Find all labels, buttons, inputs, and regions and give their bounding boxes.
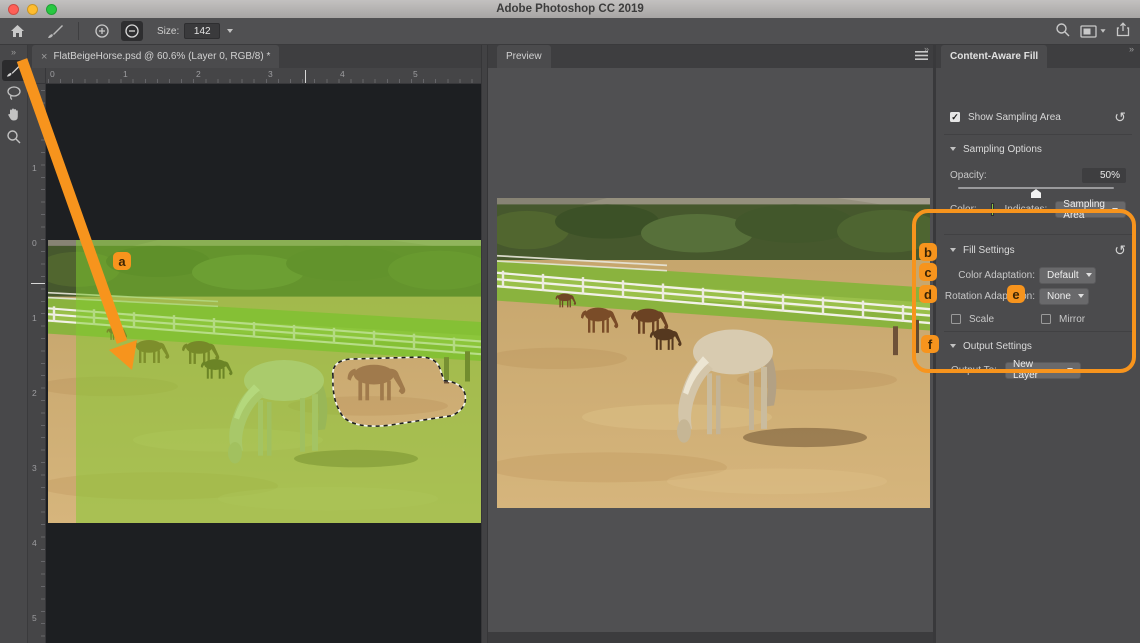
preview-tab[interactable]: Preview	[497, 45, 551, 68]
opacity-slider-thumb[interactable]	[1031, 189, 1041, 198]
mirror-checkbox[interactable]	[1041, 314, 1051, 324]
reset-sampling-icon[interactable]: ↺	[1114, 112, 1126, 122]
caf-tabbar: Content-Aware Fill »	[936, 45, 1140, 68]
options-bar: Size: 142	[0, 18, 1140, 45]
show-sampling-area-label: Show Sampling Area	[968, 112, 1061, 123]
sampling-options-label: Sampling Options	[963, 144, 1042, 155]
indicates-dropdown[interactable]: Sampling Area	[1055, 201, 1126, 218]
output-to-dropdown[interactable]: New Layer	[1005, 362, 1081, 379]
chevron-down-icon	[1086, 273, 1092, 277]
ruler-number: 2	[32, 88, 37, 98]
add-sampling-icon[interactable]	[91, 21, 113, 41]
titlebar: Adobe Photoshop CC 2019	[0, 0, 1140, 18]
tool-panel: »	[0, 45, 28, 643]
ruler-number: 1	[32, 313, 37, 323]
zoom-tool[interactable]	[2, 126, 26, 147]
hand-tool[interactable]	[2, 104, 26, 125]
screen-mode-icon[interactable]	[1080, 25, 1106, 38]
preview-tab-label: Preview	[506, 51, 542, 62]
cursor-position-marker	[31, 283, 45, 284]
caf-panel-tab[interactable]: Content-Aware Fill	[941, 45, 1047, 68]
ruler-number: 3	[268, 69, 273, 79]
document-tabbar: × FlatBeigeHorse.psd @ 60.6% (Layer 0, R…	[28, 45, 481, 68]
output-settings-label: Output Settings	[963, 341, 1032, 352]
app-title: Adobe Photoshop CC 2019	[0, 3, 1140, 15]
preview-pane: Preview »	[488, 45, 935, 643]
ruler-number: 2	[32, 388, 37, 398]
chevron-down-icon	[950, 248, 956, 252]
document-canvas[interactable]	[46, 84, 481, 643]
ruler-number: 3	[32, 463, 37, 473]
ruler-number: 5	[413, 69, 418, 79]
fill-settings-label: Fill Settings	[963, 245, 1015, 256]
document-tab[interactable]: × FlatBeigeHorse.psd @ 60.6% (Layer 0, R…	[32, 45, 279, 68]
sampling-color-swatch[interactable]	[991, 203, 995, 216]
search-icon[interactable]	[1055, 22, 1070, 40]
sampling-options-header[interactable]: Sampling Options	[936, 141, 1140, 157]
preview-menu-icon[interactable]	[915, 50, 928, 64]
ruler-number: 1	[123, 69, 128, 79]
window-bottom-strip	[488, 632, 935, 643]
source-image-with-sampling-overlay[interactable]	[48, 240, 481, 523]
horizontal-ruler[interactable]: 0 1 2 3 4 5	[46, 68, 481, 84]
scale-checkbox[interactable]	[951, 314, 961, 324]
ruler-number: 5	[32, 613, 37, 623]
color-adaptation-value: Default	[1047, 270, 1079, 281]
opacity-value-field[interactable]: 50%	[1082, 168, 1126, 183]
ruler-number: 0	[50, 69, 55, 79]
document-pane: × FlatBeigeHorse.psd @ 60.6% (Layer 0, R…	[28, 45, 481, 643]
output-to-value: New Layer	[1013, 359, 1060, 381]
brush-size-label: Size:	[157, 26, 179, 37]
rotation-adaptation-label: Rotation Adaptation:	[945, 291, 1035, 302]
document-tab-title: FlatBeigeHorse.psd @ 60.6% (Layer 0, RGB…	[53, 51, 270, 62]
chevron-down-icon	[1067, 368, 1073, 372]
preview-tabbar: Preview »	[488, 45, 935, 68]
rotation-adaptation-dropdown[interactable]: None	[1039, 288, 1089, 305]
scale-label: Scale	[969, 314, 994, 325]
content-aware-fill-panel: Content-Aware Fill » Show Sampling Area …	[935, 45, 1140, 643]
ruler-number: 0	[32, 238, 37, 248]
close-tab-icon[interactable]: ×	[41, 51, 47, 63]
ruler-number: 4	[340, 69, 345, 79]
home-icon[interactable]	[6, 21, 28, 41]
opacity-label: Opacity:	[950, 170, 987, 181]
caf-tab-label: Content-Aware Fill	[950, 51, 1038, 62]
mirror-label: Mirror	[1059, 314, 1085, 325]
output-to-label: Output To:	[951, 365, 997, 376]
cursor-position-marker	[305, 70, 306, 83]
pane-divider[interactable]	[481, 45, 488, 643]
subtract-sampling-icon[interactable]	[121, 21, 143, 41]
rotation-adaptation-value: None	[1047, 291, 1071, 302]
chevron-down-icon	[1078, 294, 1084, 298]
brush-size-field[interactable]: 142	[184, 23, 220, 39]
color-label: Color:	[950, 204, 977, 215]
lasso-tool[interactable]	[2, 82, 26, 103]
chevron-down-icon	[1112, 208, 1118, 212]
chevron-down-icon	[950, 147, 956, 151]
sampling-brush-icon[interactable]	[44, 21, 66, 41]
ruler-number: 4	[32, 538, 37, 548]
vertical-ruler[interactable]: 2 1 0 1 2 3 4 5	[28, 84, 46, 643]
preview-result-image	[497, 198, 930, 508]
sampling-brush-tool[interactable]	[2, 60, 26, 81]
caf-collapse-icon[interactable]: »	[1129, 44, 1134, 54]
indicates-label: Indicates:	[1004, 204, 1047, 215]
toolpanel-collapse-icon[interactable]: »	[0, 45, 27, 59]
color-adaptation-label: Color Adaptation:	[958, 270, 1035, 281]
chevron-down-icon	[950, 344, 956, 348]
ruler-number: 1	[32, 163, 37, 173]
brush-size-chevron-icon[interactable]	[222, 23, 238, 39]
show-sampling-area-checkbox[interactable]	[950, 112, 960, 122]
indicates-value: Sampling Area	[1063, 199, 1105, 221]
fill-settings-header[interactable]: Fill Settings ↺	[936, 242, 1140, 258]
reset-fill-settings-icon[interactable]: ↺	[1114, 245, 1126, 255]
photoshop-window: Adobe Photoshop CC 2019 Size: 142	[0, 0, 1140, 643]
output-settings-header[interactable]: Output Settings	[936, 338, 1140, 354]
ruler-number: 2	[196, 69, 201, 79]
ruler-corner	[28, 68, 46, 84]
color-adaptation-dropdown[interactable]: Default	[1039, 267, 1096, 284]
share-icon[interactable]	[1116, 22, 1130, 40]
